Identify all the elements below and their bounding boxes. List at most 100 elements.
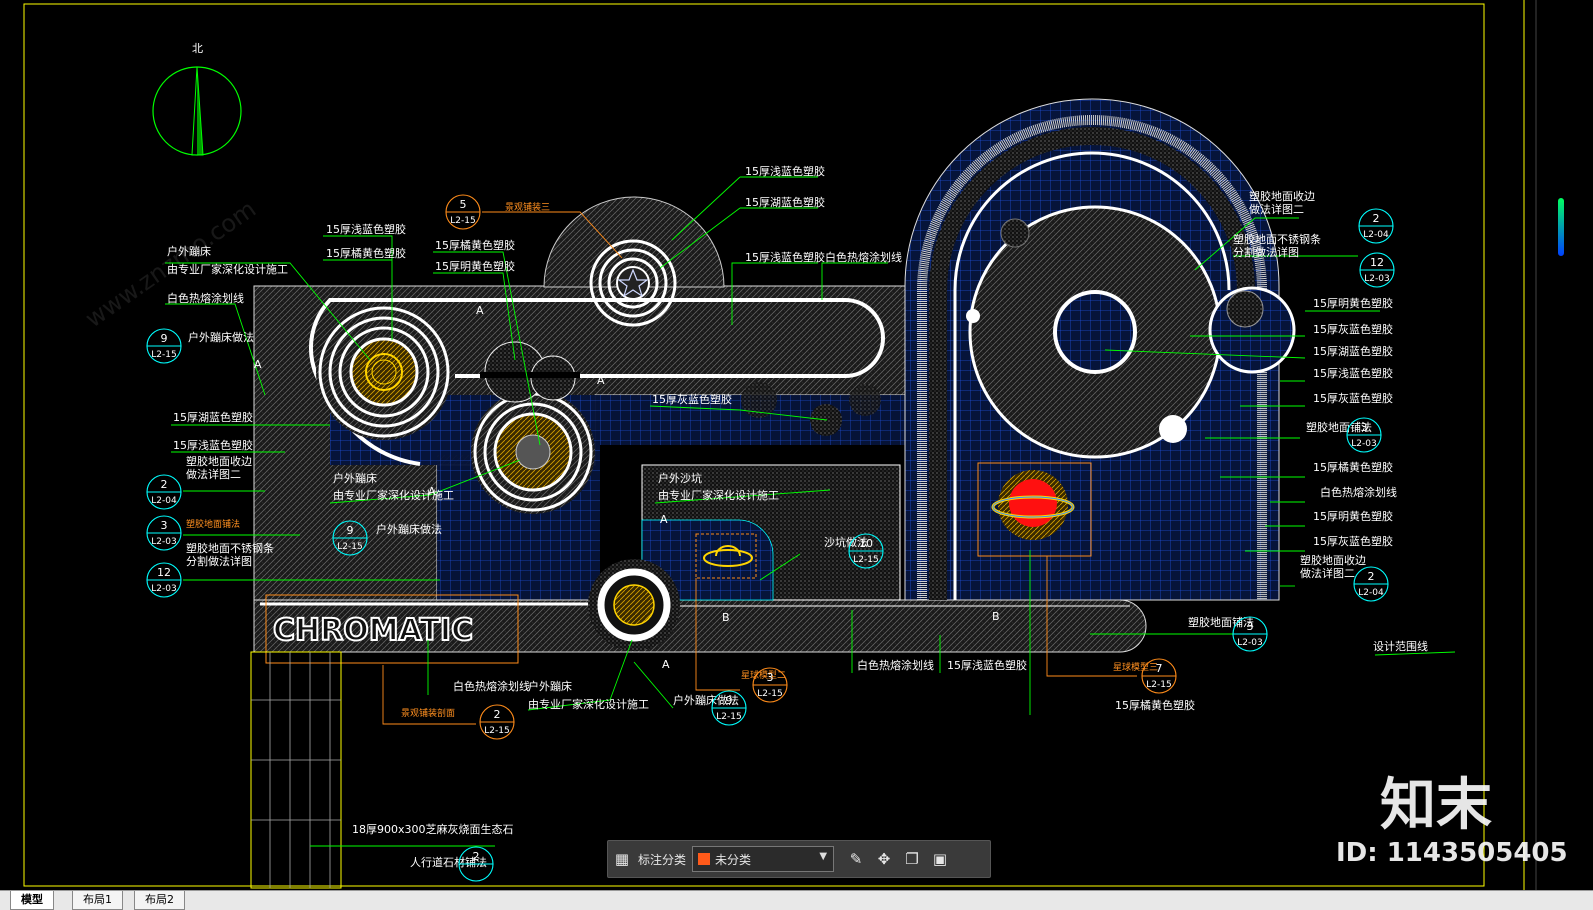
tag-sheet-ref: L2-15 [484,726,509,736]
tab-layout1[interactable]: 布局1 [72,891,123,910]
label-stone-paving: 18厚900x300芝麻灰烧面生态石 [352,822,514,836]
paste-icon[interactable]: ▣ [926,845,954,873]
detail-ref-tag[interactable]: 12 L2-03 [146,562,182,598]
tag-number: 2 [494,708,501,721]
label-light-blue-rubber-3: 15厚浅蓝色塑胶 [745,250,825,264]
tag-sheet-ref: L2-03 [1237,638,1262,648]
edit-icon[interactable]: ✎ [842,845,870,873]
cad-drawing-canvas[interactable]: 北 CHROMATIC 15厚浅蓝色塑胶 15厚湖蓝色塑胶 15厚浅蓝色塑胶 1… [0,0,1593,890]
layout-tabs: 模型 布局1 布局2 [0,890,1593,910]
label-white-line-3: 白色热熔涂划线 [453,679,530,693]
detail-ref-tag[interactable]: 2 [458,846,494,882]
detail-ref-tag[interactable]: 3 L2-03 [146,515,182,551]
tab-model[interactable]: 模型 [10,891,54,910]
label-trampoline-method-1: 户外蹦床做法 [188,330,254,344]
tag-sheet-ref: L2-15 [450,216,475,226]
section-mark-b: B [992,610,1000,623]
label-sandpit: 户外沙坑 [658,471,702,485]
section-mark-a: A [428,485,436,498]
label-design-boundary: 设计范围线 [1373,639,1428,653]
section-mark-a: A [597,374,605,387]
tag-sheet-ref: L2-15 [1146,680,1171,690]
section-mark-a: A [660,513,668,526]
trampoline-bottom-icon [588,559,680,651]
label-light-blue-rubber-1: 15厚浅蓝色塑胶 [745,164,825,178]
detail-ref-tag[interactable]: 7 L2-15 [1141,658,1177,694]
north-compass-icon: 北 [152,42,242,156]
detail-ref-tag[interactable]: 2 L2-04 [1358,208,1394,244]
tag-number: 7 [1156,662,1163,675]
tag-sheet-ref: L2-15 [757,689,782,699]
detail-ref-tag[interactable]: 9 L2-15 [711,690,747,726]
detail-ref-tag[interactable]: 3 L2-03 [1346,417,1382,453]
label-light-blue-rubber-2: 15厚浅蓝色塑胶 [326,222,406,236]
label-detail-2b: 做法详图二 [1249,202,1304,216]
detail-ref-tag[interactable]: 2 L2-15 [479,704,515,740]
section-mark-a: A [662,658,670,671]
label-grey-blue-rubber-1: 15厚灰蓝色塑胶 [652,392,732,406]
tag-number: 5 [460,198,467,211]
label-split-detail-2: 分割做法详图 [1233,245,1299,259]
label-light-blue-rubber-6: 15厚浅蓝色塑胶 [1313,366,1393,380]
tag-number: 2 [1368,570,1375,583]
category-select[interactable]: 未分类 ▼ [692,846,835,872]
right-arch-area [904,98,1296,601]
label-lake-blue-rubber-3: 15厚湖蓝色塑胶 [1313,344,1393,358]
tab-layout2[interactable]: 布局2 [134,891,185,910]
grid-apps-icon[interactable]: ▦ [608,845,636,873]
detail-ref-tag[interactable]: 3 L2-15 [752,667,788,703]
label-paving-section: 景观铺装剖面 [401,707,455,719]
sand-pit [641,464,901,601]
detail-ref-tag[interactable]: 5 L2-15 [445,194,481,230]
label-bright-yellow-rubber-3: 15厚明黄色塑胶 [1313,509,1393,523]
label-white-line-4: 白色热熔涂划线 [857,658,934,672]
detail-ref-tag[interactable]: 12 L2-03 [1359,252,1395,288]
tag-number: 2 [1373,212,1380,225]
tag-number: 10 [859,537,873,550]
detail-ref-tag[interactable]: 9 L2-15 [332,520,368,556]
tag-number: 12 [157,566,171,579]
compass-label: 北 [192,42,203,55]
label-grey-blue-rubber-2: 15厚灰蓝色塑胶 [1313,322,1393,336]
label-steel-strip-1: 塑胶地面不锈钢条 [186,541,274,555]
watermark-id: ID: 1143505405 [1336,838,1568,868]
label-white-line-5: 白色热熔涂划线 [1320,485,1397,499]
detail-ref-tag[interactable]: 9 L2-15 [146,328,182,364]
vertical-scrollbar[interactable] [1558,198,1564,256]
walkway-paving [250,651,342,889]
label-bright-yellow-rubber-1: 15厚明黄色塑胶 [435,259,515,273]
label-lake-blue-rubber-1: 15厚湖蓝色塑胶 [745,195,825,209]
tag-sheet-ref: L2-15 [716,712,741,722]
detail-ref-tag[interactable]: 2 L2-04 [1353,566,1389,602]
logo-text: CHROMATIC [273,613,473,648]
detail-ref-tag[interactable]: 2 L2-04 [146,474,182,510]
tag-number: 3 [1361,421,1368,434]
move-icon[interactable]: ✥ [870,845,898,873]
tag-sheet-ref: L2-15 [151,350,176,360]
category-swatch [698,853,711,865]
tag-number: 2 [473,850,480,863]
label-specialist-4: 由专业厂家深化设计施工 [528,697,649,711]
label-light-blue-rubber-4: 15厚浅蓝色塑胶 [173,438,253,452]
tag-sheet-ref: L2-03 [1364,274,1389,284]
copy-icon[interactable]: ❐ [898,845,926,873]
tag-sheet-ref: L2-04 [151,496,177,506]
tag-number: 9 [161,332,168,345]
tag-sheet-ref: L2-03 [151,537,176,547]
category-label: 标注分类 [638,852,687,867]
tag-sheet-ref: L2-03 [1351,439,1376,449]
label-rubber-paving-3: 塑胶地面铺法 [1188,615,1254,629]
label-rubber-edge-3: 塑胶地面收边 [1300,553,1366,567]
tag-number: 2 [161,478,168,491]
trampoline-large-icon [316,304,452,440]
section-mark-b: B [722,611,730,624]
label-detail-2a: 做法详图二 [186,467,241,481]
tag-number: 12 [1370,256,1384,269]
planet-icon [1009,479,1057,527]
detail-ref-tag[interactable]: 3 L2-03 [1232,616,1268,652]
label-split-detail-1: 分割做法详图 [186,554,252,568]
detail-ref-tag[interactable]: 10 L2-15 [848,533,884,569]
section-mark-a: A [476,304,484,317]
chevron-down-icon: ▼ [819,851,828,862]
label-orange-rubber-2: 15厚橘黄色塑胶 [435,238,515,252]
